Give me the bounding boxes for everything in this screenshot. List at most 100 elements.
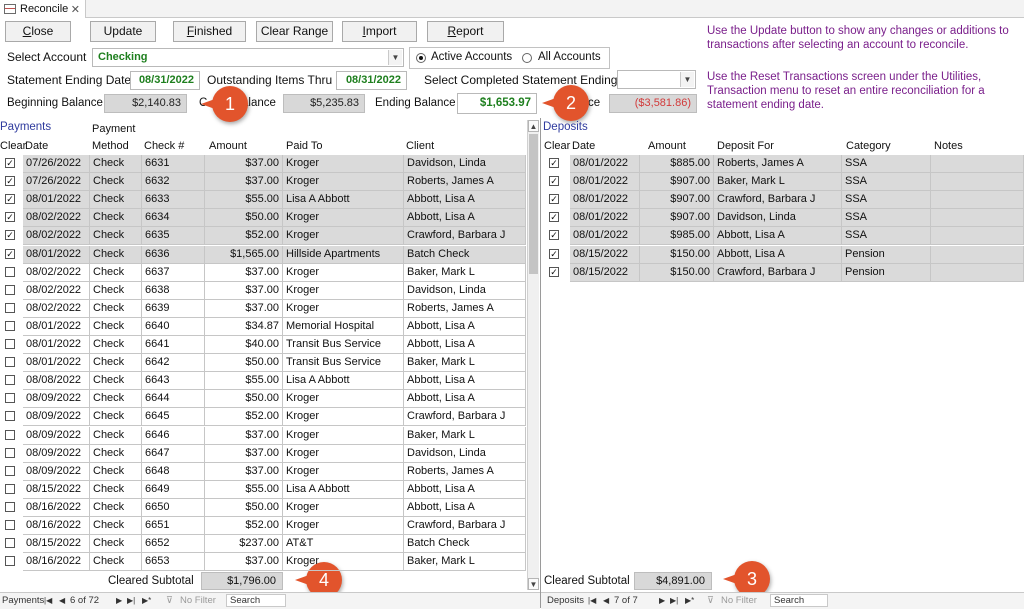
payments-clear-checkbox[interactable] [5, 501, 15, 512]
payments-cell-date[interactable]: 08/01/2022 [23, 354, 90, 373]
last-record-icon[interactable]: ▶| [670, 596, 678, 605]
new-record-icon[interactable]: ▶* [685, 596, 694, 605]
first-record-icon[interactable]: |◀ [588, 596, 596, 605]
payments-cell-method[interactable]: Check [90, 408, 142, 427]
payments-cell-check[interactable]: 6631 [142, 155, 205, 173]
payments-clear-checkbox[interactable] [5, 411, 15, 422]
payments-cell-paid-to[interactable]: Lisa A Abbott [283, 480, 404, 499]
payments-cell-date[interactable]: 08/02/2022 [23, 227, 90, 246]
payments-cell-amount[interactable]: $37.00 [205, 462, 283, 481]
payments-cell-check[interactable]: 6646 [142, 426, 205, 445]
deposits-cell-category[interactable]: Pension [842, 263, 931, 282]
payments-cell-method[interactable]: Check [90, 191, 142, 210]
payments-cell-method[interactable]: Check [90, 517, 142, 535]
payments-cell-amount[interactable]: $34.87 [205, 317, 283, 336]
payments-cell-client[interactable]: Abbott, Lisa A [404, 191, 526, 210]
payments-cell-amount[interactable]: $50.00 [205, 354, 283, 373]
import-button[interactable]: Import [342, 21, 417, 42]
payments-cell-date[interactable]: 08/09/2022 [23, 444, 90, 463]
payments-clear-checkbox[interactable] [5, 483, 15, 494]
payments-clear-checkbox[interactable] [5, 266, 15, 277]
payments-cell-amount[interactable]: $37.00 [205, 444, 283, 463]
payments-cell-paid-to[interactable]: Kroger [283, 263, 404, 282]
payments-cell-check[interactable]: 6632 [142, 173, 205, 192]
deposits-clear-checkbox[interactable]: ✓ [549, 194, 559, 205]
deposits-row[interactable]: ✓ 08/01/2022 $885.00 Roberts, James A SSA [543, 155, 1024, 173]
payments-cell-method[interactable]: Check [90, 462, 142, 481]
payments-cell-paid-to[interactable]: Kroger [283, 498, 404, 517]
payments-cell-method[interactable]: Check [90, 444, 142, 463]
last-record-icon[interactable]: ▶| [127, 596, 135, 605]
payments-clear-checkbox[interactable] [5, 556, 15, 567]
payments-clear-checkbox[interactable] [5, 284, 15, 295]
payments-cell-method[interactable]: Check [90, 245, 142, 264]
payments-cell-client[interactable]: Abbott, Lisa A [404, 390, 526, 409]
payments-cell-client[interactable]: Baker, Mark L [404, 553, 526, 572]
payments-cell-check[interactable]: 6649 [142, 480, 205, 499]
deposits-cell-notes[interactable] [931, 263, 1024, 282]
payments-search-input[interactable]: Search [226, 594, 286, 607]
payments-cell-check[interactable]: 6647 [142, 444, 205, 463]
deposits-cell-amount[interactable]: $985.00 [640, 227, 714, 246]
payments-cell-paid-to[interactable]: Hillside Apartments [283, 245, 404, 264]
payments-clear-checkbox[interactable] [5, 339, 15, 349]
deposits-cell-date[interactable]: 08/01/2022 [570, 227, 640, 246]
payments-cell-date[interactable]: 08/16/2022 [23, 553, 90, 572]
payments-cell-client[interactable]: Davidson, Linda [404, 281, 526, 300]
payments-cell-client[interactable]: Crawford, Barbara J [404, 517, 526, 535]
deposits-row[interactable]: ✓ 08/15/2022 $150.00 Crawford, Barbara J Pen… [543, 263, 1024, 282]
payments-cell-method[interactable]: Check [90, 299, 142, 318]
payments-cell-date[interactable]: 08/08/2022 [23, 372, 90, 391]
deposits-cell-deposit-for[interactable]: Roberts, James A [714, 155, 842, 173]
payments-cell-amount[interactable]: $55.00 [205, 372, 283, 391]
chevron-down-icon[interactable]: ▼ [388, 50, 402, 65]
payments-row[interactable]: 08/16/2022 Check 6653 $37.00 Kroger Baker, Ma… [0, 553, 526, 572]
payments-cell-paid-to[interactable]: Transit Bus Service [283, 336, 404, 354]
payments-row[interactable]: ✓ 08/01/2022 Check 6636 $1,565.00 Hillside Ap… [0, 245, 526, 264]
payments-cell-method[interactable]: Check [90, 354, 142, 373]
all-accounts-radio[interactable] [522, 53, 532, 63]
payments-clear-checkbox[interactable] [5, 302, 15, 313]
deposits-cell-category[interactable]: Pension [842, 245, 931, 264]
payments-cell-check[interactable]: 6652 [142, 535, 205, 554]
payments-clear-checkbox[interactable] [5, 393, 15, 404]
payments-clear-checkbox[interactable] [5, 320, 15, 331]
deposits-cell-amount[interactable]: $907.00 [640, 209, 714, 228]
new-record-icon[interactable]: ▶* [142, 596, 151, 605]
payments-cell-check[interactable]: 6643 [142, 372, 205, 391]
payments-row[interactable]: 08/16/2022 Check 6650 $50.00 Kroger Abbott, L… [0, 498, 526, 517]
payments-cell-client[interactable]: Roberts, James A [404, 299, 526, 318]
payments-cell-check[interactable]: 6651 [142, 517, 205, 535]
payments-row[interactable]: 08/09/2022 Check 6648 $37.00 Kroger Roberts, … [0, 462, 526, 481]
payments-cell-date[interactable]: 08/02/2022 [23, 281, 90, 300]
account-select[interactable]: Checking ▼ [92, 48, 404, 67]
payments-cell-date[interactable]: 08/16/2022 [23, 498, 90, 517]
payments-cell-method[interactable]: Check [90, 209, 142, 228]
payments-cell-paid-to[interactable]: Kroger [283, 408, 404, 427]
payments-cell-date[interactable]: 08/15/2022 [23, 480, 90, 499]
payments-row[interactable]: 08/09/2022 Check 6647 $37.00 Kroger Davidson,… [0, 444, 526, 463]
payments-cell-amount[interactable]: $55.00 [205, 480, 283, 499]
payments-row[interactable]: 08/02/2022 Check 6639 $37.00 Kroger Roberts, … [0, 299, 526, 318]
payments-cell-check[interactable]: 6637 [142, 263, 205, 282]
payments-cell-amount[interactable]: $52.00 [205, 408, 283, 427]
payments-scrollbar[interactable]: ▲ ▼ [527, 120, 539, 590]
tab-reconcile[interactable]: Reconcile ✕ [0, 0, 86, 18]
payments-cell-date[interactable]: 08/02/2022 [23, 209, 90, 228]
deposits-cell-notes[interactable] [931, 245, 1024, 264]
deposits-cell-category[interactable]: SSA [842, 155, 931, 173]
deposits-cell-date[interactable]: 08/01/2022 [570, 191, 640, 210]
payments-cell-method[interactable]: Check [90, 336, 142, 354]
payments-cell-client[interactable]: Roberts, James A [404, 173, 526, 192]
payments-cell-paid-to[interactable]: Kroger [283, 173, 404, 192]
deposits-cell-date[interactable]: 08/01/2022 [570, 209, 640, 228]
deposits-cell-deposit-for[interactable]: Crawford, Barbara J [714, 263, 842, 282]
payments-cell-date[interactable]: 08/02/2022 [23, 263, 90, 282]
payments-cell-amount[interactable]: $52.00 [205, 227, 283, 246]
report-button[interactable]: Report [427, 21, 504, 42]
payments-cell-client[interactable]: Roberts, James A [404, 462, 526, 481]
payments-cell-client[interactable]: Abbott, Lisa A [404, 336, 526, 354]
deposits-cell-amount[interactable]: $885.00 [640, 155, 714, 173]
payments-cell-paid-to[interactable]: Lisa A Abbott [283, 191, 404, 210]
clear-range-button[interactable]: Clear Range [256, 21, 333, 42]
